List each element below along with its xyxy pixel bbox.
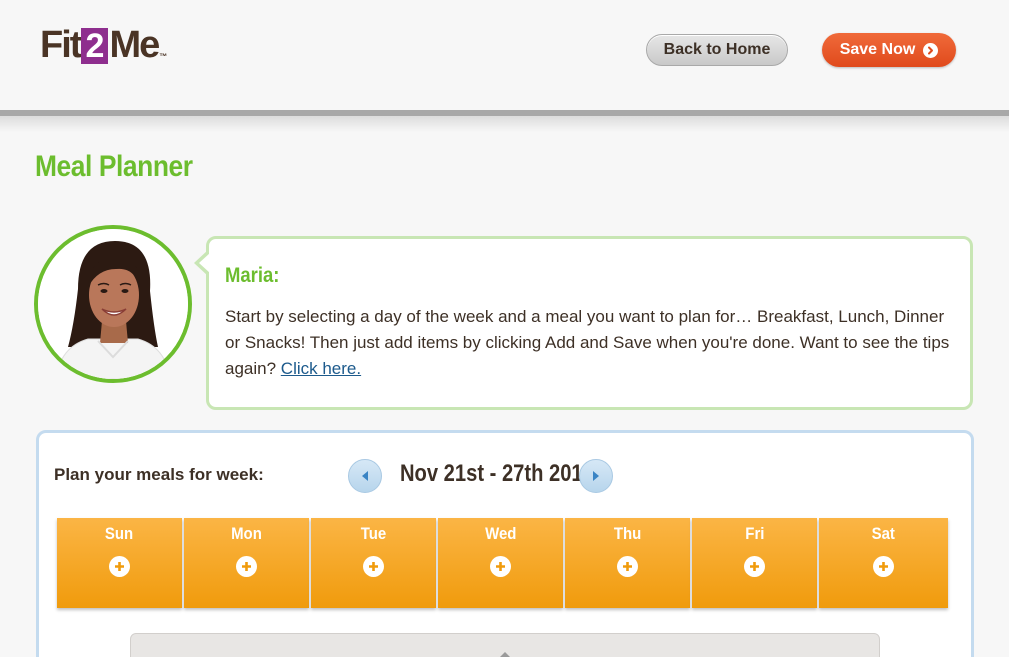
coach-message: Start by selecting a day of the week and… (225, 304, 955, 382)
logo-trademark: ™ (159, 52, 168, 61)
save-now-label: Save Now (839, 41, 916, 58)
day-label: Mon (231, 524, 262, 543)
previous-week-button[interactable] (348, 459, 382, 493)
back-to-home-button[interactable]: Back to Home (646, 34, 788, 66)
caret-up-icon (500, 652, 510, 657)
plus-circle-icon[interactable] (363, 556, 384, 577)
plus-circle-icon[interactable] (617, 556, 638, 577)
logo-text-2: 2 (81, 27, 109, 64)
plan-week-label: Plan your meals for week: (54, 465, 264, 484)
day-tue[interactable]: Tue (311, 518, 436, 608)
day-label: Thu (613, 524, 642, 543)
logo-text-me: Me (109, 24, 160, 66)
day-label: Tue (360, 524, 387, 543)
triangle-right-icon (593, 471, 599, 481)
day-sat[interactable]: Sat (819, 518, 948, 608)
coach-name: Maria: (225, 264, 280, 287)
day-label: Sun (105, 524, 134, 543)
fit2me-logo[interactable]: Fit 2 Me ™ (40, 24, 167, 67)
tips-link[interactable]: Click here. (281, 359, 361, 378)
plus-circle-icon[interactable] (109, 556, 130, 577)
day-sun[interactable]: Sun (57, 518, 182, 608)
triangle-left-icon (362, 471, 368, 481)
plus-circle-icon[interactable] (490, 556, 511, 577)
day-label: Wed (484, 524, 517, 543)
day-label: Fri (744, 524, 765, 543)
page-title: Meal Planner (35, 150, 193, 183)
arrow-right-circle-icon (923, 42, 939, 58)
day-mon[interactable]: Mon (184, 518, 309, 608)
save-now-button[interactable]: Save Now (822, 33, 956, 67)
day-label: Sat (871, 524, 896, 543)
day-fri[interactable]: Fri (692, 518, 817, 608)
coach-avatar (34, 225, 192, 383)
next-week-button[interactable] (579, 459, 613, 493)
day-selector: Sun Mon Tue Wed Thu Fri Sat (57, 518, 948, 608)
plus-circle-icon[interactable] (873, 556, 894, 577)
plus-circle-icon[interactable] (236, 556, 257, 577)
day-wed[interactable]: Wed (438, 518, 563, 608)
back-to-home-label: Back to Home (663, 41, 771, 58)
logo-text-fit: Fit (40, 24, 82, 66)
header: Fit 2 Me ™ Back to Home Save Now (0, 0, 1009, 110)
plus-circle-icon[interactable] (744, 556, 765, 577)
day-thu[interactable]: Thu (565, 518, 690, 608)
week-range: Nov 21st - 27th 2016 (400, 460, 594, 487)
